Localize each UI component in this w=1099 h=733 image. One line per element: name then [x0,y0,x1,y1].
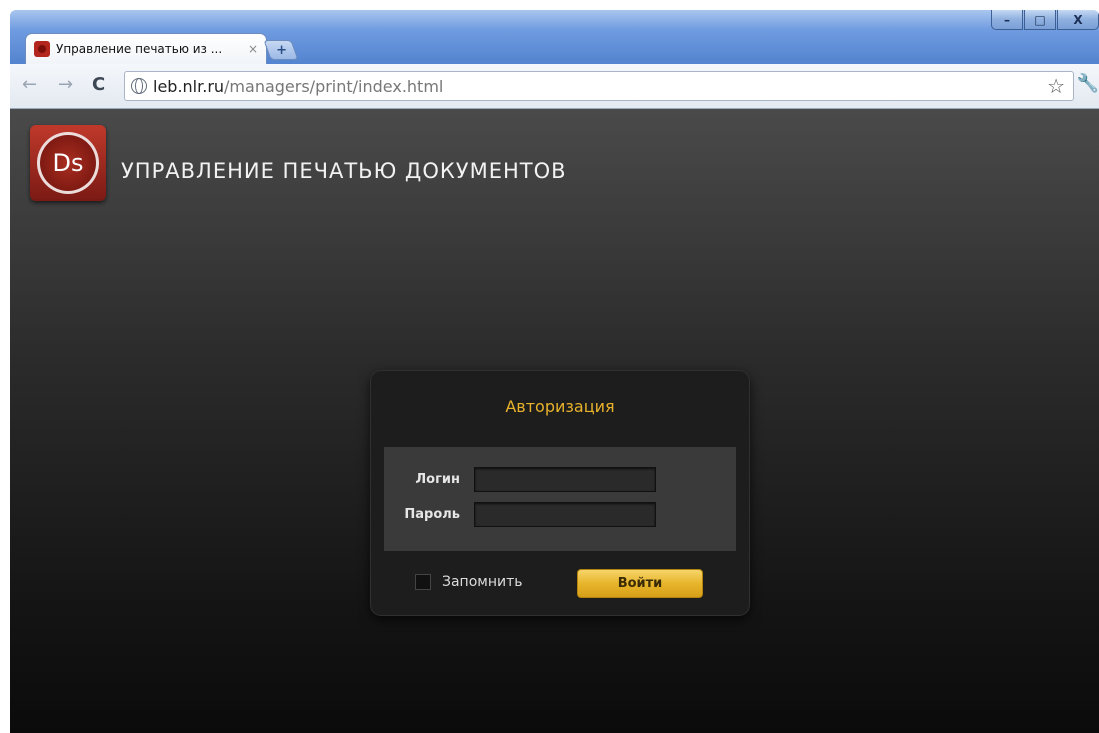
address-bar[interactable]: leb.nlr.ru/managers/print/index.html ☆ [124,71,1074,101]
wrench-icon[interactable]: 🔧 [1077,73,1099,94]
browser-tab[interactable]: Управление печатью из ... × [26,34,266,64]
login-input[interactable] [474,467,656,492]
maximize-button[interactable]: □ [1024,10,1056,30]
minimize-button[interactable]: – [991,10,1023,30]
login-panel: Авторизация Логин Пароль Запомнить Войти [371,371,749,615]
globe-icon [131,78,147,94]
bookmark-star-icon[interactable]: ☆ [1047,74,1065,98]
app-logo: Ds [30,125,106,201]
logo-circle: Ds [37,132,99,194]
browser-toolbar: ← → C leb.nlr.ru/managers/print/index.ht… [10,64,1099,109]
plus-icon: + [275,42,287,58]
password-label: Пароль [404,507,460,522]
back-arrow-icon[interactable]: ← [22,74,37,95]
login-button[interactable]: Войти [577,569,703,598]
login-heading: Авторизация [505,397,615,416]
password-row: Пароль [384,502,656,527]
tab-close-icon[interactable]: × [248,42,258,56]
favicon-icon [34,41,50,57]
url-domain: leb.nlr.ru [153,76,225,96]
remember-me[interactable]: Запомнить [415,574,523,590]
reload-icon[interactable]: C [92,74,105,95]
password-input[interactable] [474,502,656,527]
url-path: /managers/print/index.html [224,76,444,96]
logo-text: Ds [52,149,84,177]
login-fields: Логин Пароль [384,447,736,551]
login-row: Логин [384,467,656,492]
page-content: Ds УПРАВЛЕНИЕ ПЕЧАТЬЮ ДОКУМЕНТОВ Авториз… [10,109,1099,733]
browser-window: – □ X Управление печатью из ... × + ← → … [10,10,1099,733]
remember-checkbox[interactable] [415,574,431,590]
forward-arrow-icon[interactable]: → [58,74,73,95]
new-tab-button[interactable]: + [263,40,299,60]
close-window-button[interactable]: X [1057,10,1099,30]
url-text: leb.nlr.ru/managers/print/index.html [153,77,443,96]
page-title: УПРАВЛЕНИЕ ПЕЧАТЬЮ ДОКУМЕНТОВ [121,159,567,183]
remember-label: Запомнить [442,574,523,590]
window-controls: – □ X [990,10,1099,32]
login-label: Логин [415,472,460,487]
tab-title: Управление печатью из ... [56,42,223,56]
